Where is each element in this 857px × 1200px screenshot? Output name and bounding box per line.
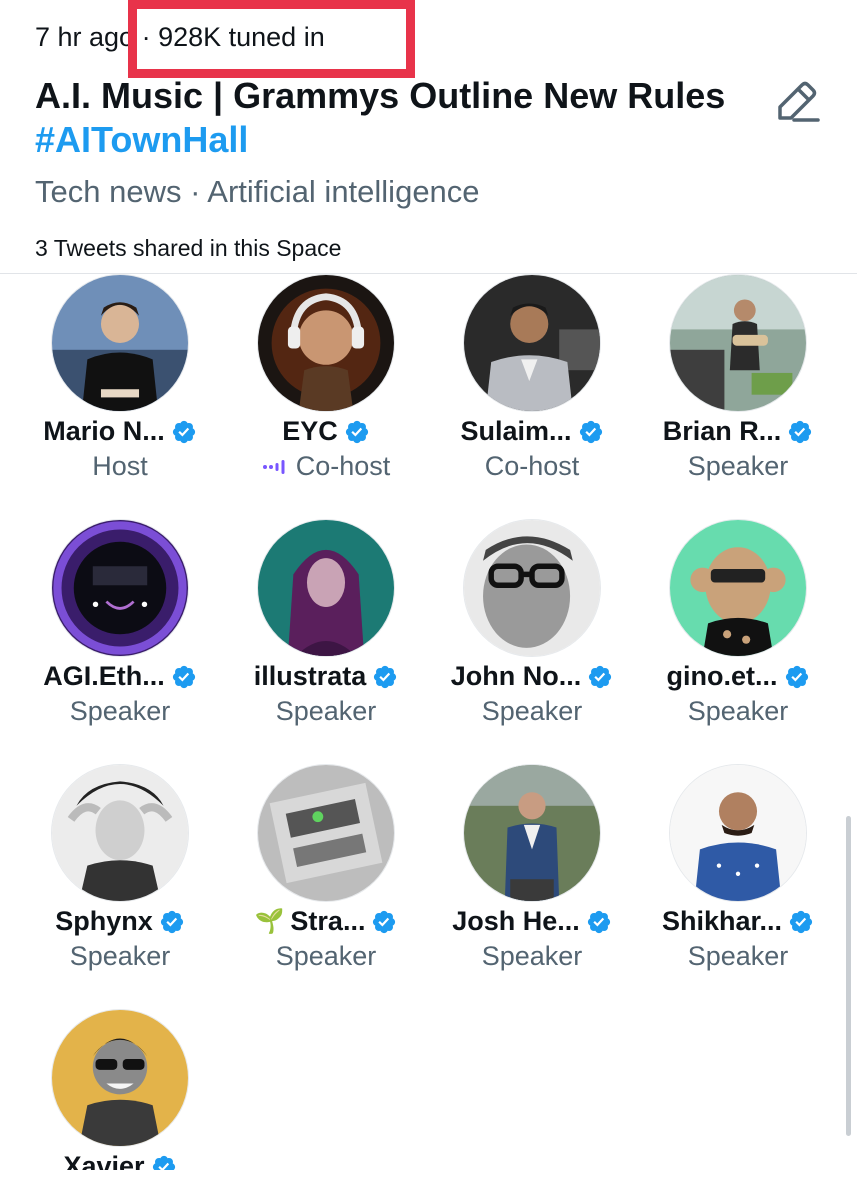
participant-role: Speaker xyxy=(69,941,171,971)
participant-role: Speaker xyxy=(275,941,377,971)
verified-badge-icon xyxy=(171,419,197,445)
participant-role: Speaker xyxy=(687,451,789,481)
participant-name: Brian R... xyxy=(662,416,782,446)
participant-card[interactable]: AGI.Eth... Speaker xyxy=(17,519,223,764)
participant-role: Host xyxy=(92,451,148,481)
participant-role: Speaker xyxy=(69,696,171,726)
participant-name: EYC xyxy=(282,416,338,446)
avatar xyxy=(51,274,189,412)
verified-badge-icon xyxy=(587,664,613,690)
space-meta: 7 hr ago · 928K tuned in xyxy=(35,22,325,53)
participant-card[interactable]: gino.et... Speaker xyxy=(635,519,841,764)
avatar xyxy=(257,274,395,412)
avatar xyxy=(257,764,395,902)
participant-role: Speaker xyxy=(687,696,789,726)
tuned-in-count: 928K tuned in xyxy=(158,22,325,52)
participant-role: Speaker xyxy=(687,941,789,971)
participant-name: Josh He... xyxy=(452,906,580,936)
participant-card[interactable]: Brian R... Speaker xyxy=(635,274,841,519)
space-title-text: A.I. Music | Grammys Outline New Rules xyxy=(35,75,726,116)
avatar xyxy=(257,519,395,657)
participant-name: gino.et... xyxy=(666,661,778,691)
participant-grid: Mario N... Host EYC Co-host Sulaim... Co… xyxy=(0,274,857,1170)
participant-card[interactable]: Shikhar... Speaker xyxy=(635,764,841,1009)
participant-card[interactable]: Xavier xyxy=(17,1009,223,1170)
scrollbar[interactable] xyxy=(846,816,851,1136)
participant-name: Sulaim... xyxy=(460,416,572,446)
avatar xyxy=(463,519,601,657)
participant-card[interactable]: illustrata Speaker xyxy=(223,519,429,764)
avatar xyxy=(463,274,601,412)
verified-badge-icon xyxy=(159,909,185,935)
avatar xyxy=(669,764,807,902)
avatar xyxy=(669,519,807,657)
participant-role: Co-host xyxy=(484,451,580,481)
participant-card[interactable]: EYC Co-host xyxy=(223,274,429,519)
verified-badge-icon xyxy=(371,909,397,935)
participant-name: Shikhar... xyxy=(661,906,783,936)
participant-card[interactable]: Sphynx Speaker xyxy=(17,764,223,1009)
verified-badge-icon xyxy=(578,419,604,445)
edit-button[interactable] xyxy=(770,78,822,126)
space-topics[interactable]: Tech news · Artificial intelligence xyxy=(35,174,480,210)
verified-badge-icon xyxy=(586,909,612,935)
participant-card[interactable]: Mario N... Host xyxy=(17,274,223,519)
sprout-emoji: 🌱 xyxy=(254,907,285,935)
participant-role: Speaker xyxy=(275,696,377,726)
verified-badge-icon xyxy=(788,909,814,935)
participant-role: Speaker xyxy=(481,941,583,971)
participant-role: Co-host xyxy=(295,451,391,481)
participant-name: illustrata xyxy=(253,661,367,691)
verified-badge-icon xyxy=(784,664,810,690)
verified-badge-icon xyxy=(372,664,398,690)
space-age: 7 hr ago xyxy=(35,22,135,52)
participant-name: Stra... xyxy=(290,906,366,936)
meta-separator: · xyxy=(134,22,159,52)
avatar xyxy=(669,274,807,412)
participant-card[interactable]: 🌱 Stra... Speaker xyxy=(223,764,429,1009)
tweets-shared-link[interactable]: 3 Tweets shared in this Space xyxy=(35,235,341,262)
hashtag-link[interactable]: #AITownHall xyxy=(35,119,248,160)
avatar xyxy=(463,764,601,902)
participant-name: John No... xyxy=(450,661,582,691)
avatar xyxy=(51,1009,189,1147)
participant-card[interactable]: Sulaim... Co-host xyxy=(429,274,635,519)
participant-role: Speaker xyxy=(481,696,583,726)
verified-badge-icon xyxy=(787,419,813,445)
verified-badge-icon xyxy=(171,664,197,690)
participant-name: AGI.Eth... xyxy=(43,661,165,691)
pencil-icon xyxy=(778,81,820,122)
participant-name: Mario N... xyxy=(43,416,165,446)
avatar xyxy=(51,764,189,902)
participant-name: Xavier xyxy=(63,1151,145,1170)
speaking-wave-icon xyxy=(262,459,285,474)
participant-card[interactable]: John No... Speaker xyxy=(429,519,635,764)
avatar xyxy=(51,519,189,657)
verified-badge-icon xyxy=(151,1154,177,1171)
verified-badge-icon xyxy=(344,419,370,445)
space-title: A.I. Music | Grammys Outline New Rules #… xyxy=(35,74,735,162)
participant-card[interactable]: Josh He... Speaker xyxy=(429,764,635,1009)
participant-name: Sphynx xyxy=(55,906,153,936)
